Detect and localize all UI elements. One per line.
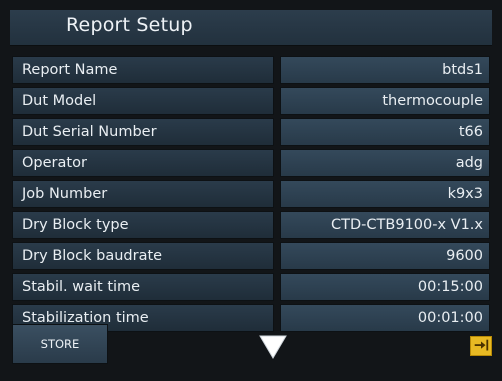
- field-row-job-number: Job Number k9x3: [12, 180, 490, 208]
- field-value-operator[interactable]: adg: [280, 149, 490, 177]
- page-title: Report Setup: [66, 14, 193, 36]
- bottom-toolbar: STORE: [0, 324, 502, 370]
- field-label-job-number: Job Number: [12, 180, 274, 208]
- exit-arrow-icon: [474, 339, 489, 351]
- field-label-stabil-wait-time: Stabil. wait time: [12, 273, 274, 301]
- exit-button[interactable]: [470, 336, 492, 356]
- field-label-report-name: Report Name: [12, 56, 274, 84]
- title-bar: Report Setup: [10, 10, 492, 46]
- report-setup-screen: Report Setup Report Name btds1 Dut Model…: [0, 0, 502, 381]
- field-value-stabil-wait-time[interactable]: 00:15:00: [280, 273, 490, 301]
- field-label-operator: Operator: [12, 149, 274, 177]
- field-row-report-name: Report Name btds1: [12, 56, 490, 84]
- field-label-dry-block-baudrate: Dry Block baudrate: [12, 242, 274, 270]
- field-label-dut-serial-number: Dut Serial Number: [12, 118, 274, 146]
- field-value-dry-block-type[interactable]: CTD-CTB9100-x V1.x: [280, 211, 490, 239]
- field-row-dry-block-baudrate: Dry Block baudrate 9600: [12, 242, 490, 270]
- field-row-dut-serial-number: Dut Serial Number t66: [12, 118, 490, 146]
- fields-list: Report Name btds1 Dut Model thermocouple…: [12, 56, 490, 335]
- field-label-dut-model: Dut Model: [12, 87, 274, 115]
- field-value-dut-serial-number[interactable]: t66: [280, 118, 490, 146]
- scroll-down-icon[interactable]: [258, 334, 288, 360]
- field-value-job-number[interactable]: k9x3: [280, 180, 490, 208]
- field-label-dry-block-type: Dry Block type: [12, 211, 274, 239]
- field-value-dry-block-baudrate[interactable]: 9600: [280, 242, 490, 270]
- field-row-dut-model: Dut Model thermocouple: [12, 87, 490, 115]
- field-value-dut-model[interactable]: thermocouple: [280, 87, 490, 115]
- field-row-dry-block-type: Dry Block type CTD-CTB9100-x V1.x: [12, 211, 490, 239]
- store-button[interactable]: STORE: [12, 324, 108, 364]
- field-row-operator: Operator adg: [12, 149, 490, 177]
- field-value-report-name[interactable]: btds1: [280, 56, 490, 84]
- field-row-stabil-wait-time: Stabil. wait time 00:15:00: [12, 273, 490, 301]
